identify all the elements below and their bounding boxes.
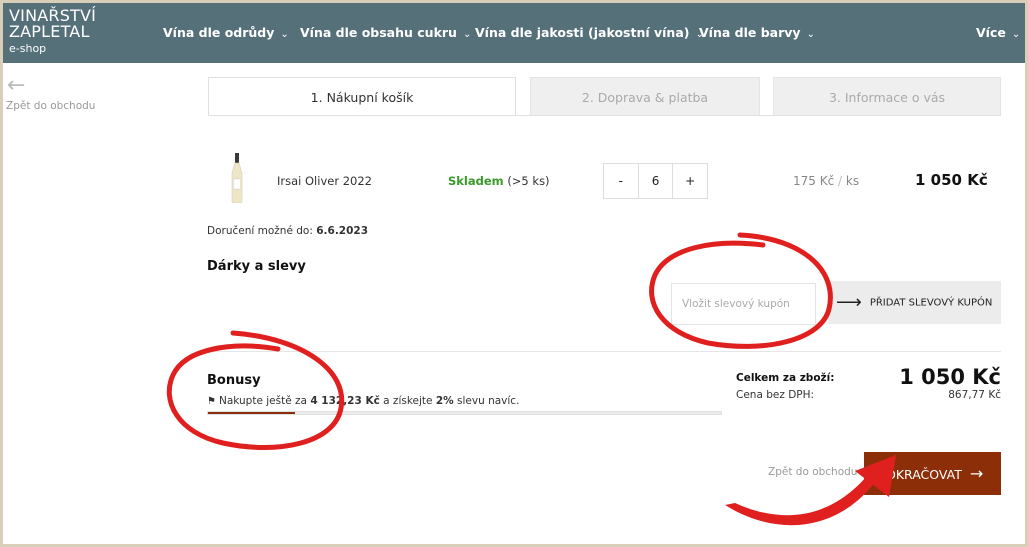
chevron-down-icon: ⌄ [1011, 29, 1021, 40]
tab-shipping-payment[interactable]: 2. Doprava & platba [530, 77, 760, 116]
unit-separator: / [838, 174, 843, 188]
chevron-down-icon: ⌄ [280, 29, 289, 40]
bonus-text-pre: Nakupte ještě za [218, 395, 307, 407]
coupon-input[interactable] [671, 283, 816, 325]
bonus-progress-fill [208, 412, 296, 414]
annotation-arrow-continue [725, 471, 876, 526]
nav-item-label: Více [976, 25, 1006, 40]
net-price-value: 867,77 Kč [948, 389, 1001, 401]
bonus-progress-bar [207, 411, 722, 415]
section-divider [208, 351, 1001, 352]
page-frame: VINAŘSTVÍ ZAPLETAL e-shop Vína dle odrůd… [3, 3, 1025, 544]
nav-item-color[interactable]: Vína dle barvy ⌄ [699, 25, 815, 40]
bonus-amount: 4 132,23 Kč [310, 395, 380, 407]
nav-item-label: Vína dle odrůdy [163, 25, 275, 40]
gifts-heading: Dárky a slevy [207, 259, 306, 274]
delivery-info: Doručení možné do: 6.6.2023 [207, 225, 368, 237]
unit-price-value: 175 Kč [793, 174, 835, 188]
nav-item-label: Vína dle jakosti (jakostní vína) [475, 25, 690, 40]
bonus-text: ⚑ Nakupte ještě za 4 132,23 Kč a získejte… [207, 395, 519, 407]
nav-item-label: Vína dle obsahu cukru [300, 25, 457, 40]
continue-label: OKRAČOVAT [886, 467, 962, 482]
chevron-down-icon: ⌄ [462, 29, 472, 40]
back-to-shop-link[interactable]: Zpět do obchodu [6, 100, 95, 112]
bonus-heading: Bonusy [207, 373, 261, 388]
nav-item-quality[interactable]: Vína dle jakosti (jakostní vína) ⌄ [475, 25, 704, 40]
arrow-right-icon: ⟶ [836, 292, 862, 313]
total-value: 1 050 Kč [899, 365, 1001, 389]
bonus-text-mid: a získejte [383, 395, 433, 407]
net-price-label: Cena bez DPH: [736, 389, 815, 401]
nav-item-more[interactable]: Více ⌄ [976, 25, 1020, 40]
delivery-label: Doručení možné do: [207, 225, 313, 237]
tab-cart[interactable]: 1. Nákupní košík [208, 77, 516, 116]
nav-item-varieties[interactable]: Vína dle odrůdy ⌄ [163, 25, 289, 40]
chevron-down-icon: ⌄ [806, 29, 815, 40]
add-coupon-label: PŘIDAT SLEVOVÝ KUPÓN [869, 297, 993, 309]
quantity-value[interactable]: 6 [637, 164, 674, 198]
nav-item-label: Vína dle barvy [699, 25, 801, 40]
stock-status-label: Skladem [448, 174, 504, 188]
unit-price: 175 Kč / ks [793, 174, 859, 188]
quantity-increase-button[interactable]: + [673, 164, 707, 198]
back-arrow-icon[interactable]: ← [7, 75, 25, 97]
site-logo[interactable]: VINAŘSTVÍ ZAPLETAL e-shop [9, 8, 96, 57]
quantity-decrease-button[interactable]: - [604, 164, 638, 198]
top-navigation-bar: VINAŘSTVÍ ZAPLETAL e-shop Vína dle odrůd… [3, 3, 1025, 63]
tab-divider [208, 115, 1001, 116]
line-total: 1 050 Kč [915, 171, 988, 189]
continue-button[interactable]: OKRAČOVAT → [864, 452, 1001, 495]
logo-line-2: ZAPLETAL [9, 22, 90, 41]
bonus-text-post: slevu navíc. [457, 395, 520, 407]
total-label: Celkem za zboží: [736, 372, 835, 384]
tag-icon: ⚑ [207, 396, 216, 407]
arrow-right-icon: → [969, 464, 984, 483]
bonus-percent: 2% [435, 395, 454, 407]
stock-status: Skladem (>5 ks) [448, 174, 550, 188]
back-to-shop-bottom-link[interactable]: Zpět do obchodu [768, 466, 857, 478]
logo-line-3: e-shop [9, 42, 47, 55]
product-name[interactable]: Irsai Oliver 2022 [277, 174, 372, 188]
quantity-stepper: - 6 + [603, 163, 708, 199]
unit-label: ks [845, 174, 860, 188]
nav-item-sugar[interactable]: Vína dle obsahu cukru ⌄ [300, 25, 471, 40]
add-coupon-button[interactable]: ⟶ PŘIDAT SLEVOVÝ KUPÓN [828, 281, 1001, 324]
delivery-date: 6.6.2023 [316, 225, 369, 237]
tab-customer-info[interactable]: 3. Informace o vás [773, 77, 1001, 116]
stock-count: (>5 ks) [507, 174, 550, 188]
wine-bottle-icon [231, 153, 243, 203]
